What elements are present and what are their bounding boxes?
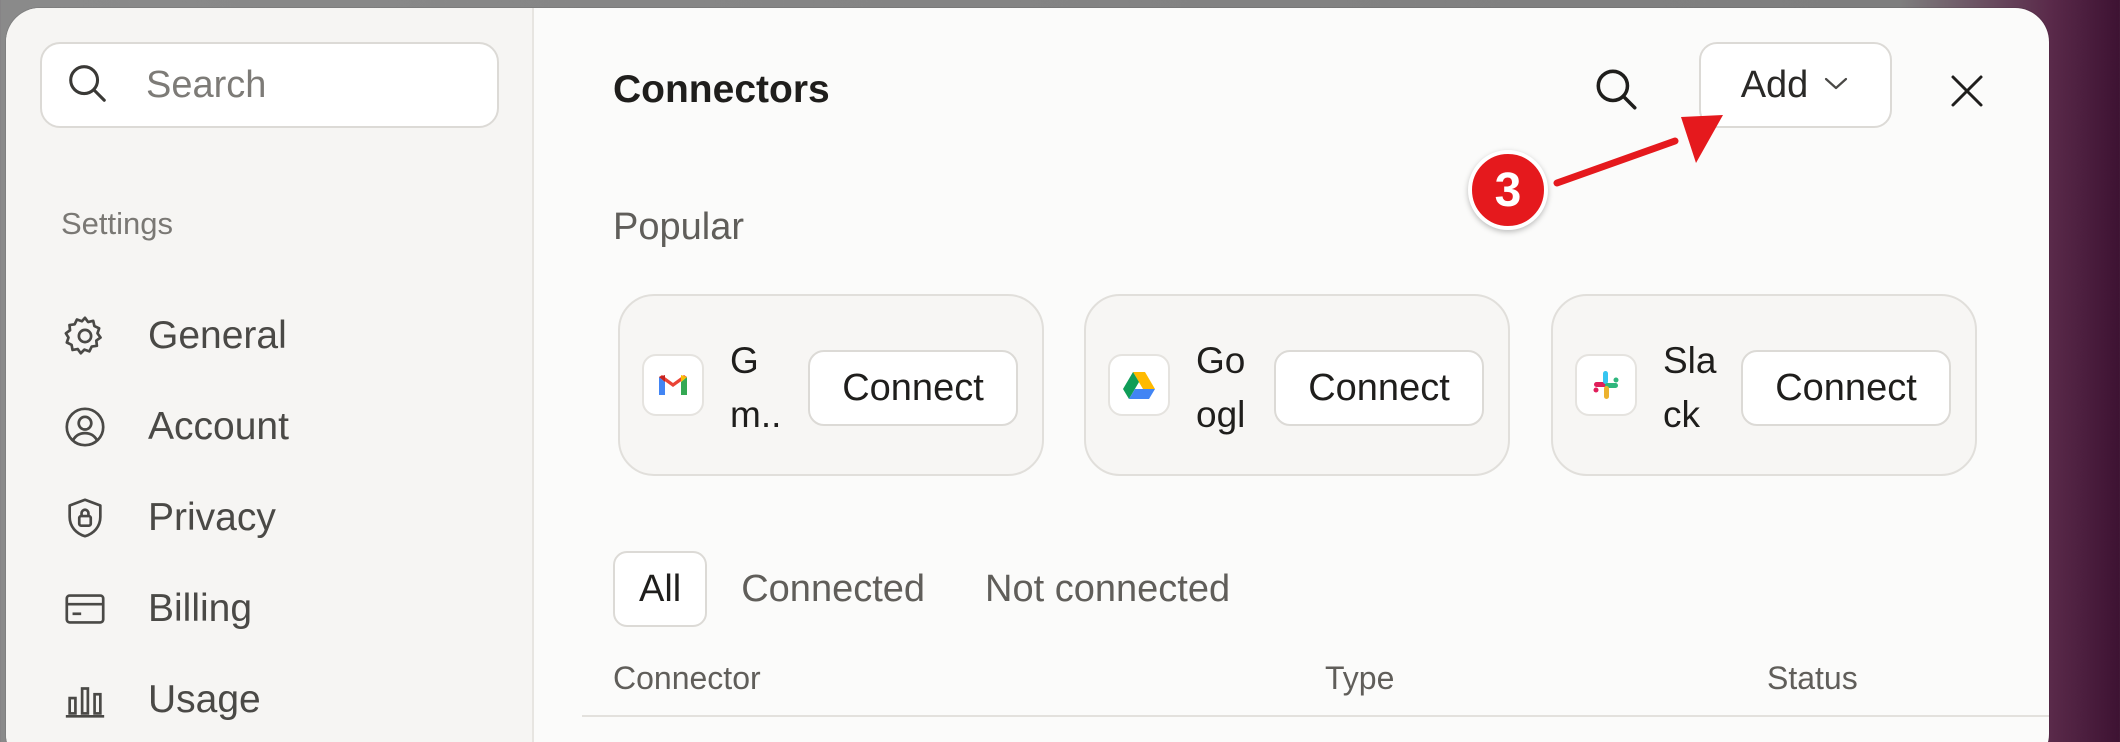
- sidebar-item-label: Account: [148, 404, 289, 448]
- tab-all[interactable]: All: [613, 551, 708, 627]
- popular-section-label: Popular: [613, 206, 744, 248]
- sidebar-item-general[interactable]: General: [61, 290, 289, 381]
- shield-lock-icon: [61, 494, 109, 542]
- user-circle-icon: [61, 403, 109, 451]
- connect-button[interactable]: Connect: [1741, 350, 1951, 426]
- gear-icon: [61, 312, 109, 360]
- column-header-connector[interactable]: Connector: [613, 660, 761, 697]
- sidebar: Settings General Account: [6, 8, 534, 742]
- connect-button[interactable]: Connect: [808, 350, 1018, 426]
- slack-icon: [1575, 354, 1637, 416]
- table-header-divider: [582, 715, 2049, 717]
- connect-button[interactable]: Connect: [1274, 350, 1484, 426]
- settings-window: Settings General Account: [6, 8, 2049, 742]
- tab-not-connected[interactable]: Not connected: [985, 568, 1230, 611]
- filter-tabs: All Connected Not connected: [613, 551, 1290, 627]
- settings-section-label: Settings: [61, 206, 174, 241]
- search-icon: [64, 60, 110, 111]
- sidebar-item-label: General: [148, 313, 287, 357]
- step-badge: 3: [1468, 150, 1548, 230]
- sidebar-nav: General Account Privacy Billing Usage: [61, 290, 289, 742]
- sidebar-item-privacy[interactable]: Privacy: [61, 472, 289, 563]
- tab-connected[interactable]: Connected: [741, 568, 925, 611]
- chevron-down-icon: [1808, 74, 1850, 97]
- annotation-arrow: [1553, 115, 1723, 187]
- column-header-status[interactable]: Status: [1767, 660, 1858, 697]
- search-input[interactable]: [146, 63, 466, 107]
- sidebar-item-account[interactable]: Account: [61, 381, 289, 472]
- connector-name: Sla ck: [1663, 340, 1717, 435]
- sidebar-item-usage[interactable]: Usage: [61, 654, 289, 742]
- connector-name: G m..: [730, 340, 782, 435]
- sidebar-item-label: Billing: [148, 586, 253, 630]
- google-drive-icon: [1108, 354, 1170, 416]
- gmail-icon: [642, 354, 704, 416]
- connector-card-google-drive: Go ogl Connect: [1084, 294, 1510, 476]
- sidebar-item-label: Usage: [148, 677, 261, 721]
- connector-card-gmail: G m.. Connect: [618, 294, 1044, 476]
- page-title: Connectors: [613, 68, 830, 111]
- sidebar-search[interactable]: [40, 42, 499, 128]
- credit-card-icon: [61, 585, 109, 633]
- connector-name: Go ogl: [1196, 340, 1246, 435]
- connectors-panel: Connectors Add Popular G m.. Connect Go …: [536, 8, 2049, 742]
- column-header-type[interactable]: Type: [1325, 660, 1394, 697]
- add-button-label: Add: [1740, 63, 1809, 106]
- close-icon[interactable]: [1950, 74, 1984, 108]
- sidebar-item-billing[interactable]: Billing: [61, 563, 289, 654]
- bar-chart-icon: [61, 676, 109, 724]
- sidebar-item-label: Privacy: [148, 495, 276, 539]
- connector-card-slack: Sla ck Connect: [1551, 294, 1977, 476]
